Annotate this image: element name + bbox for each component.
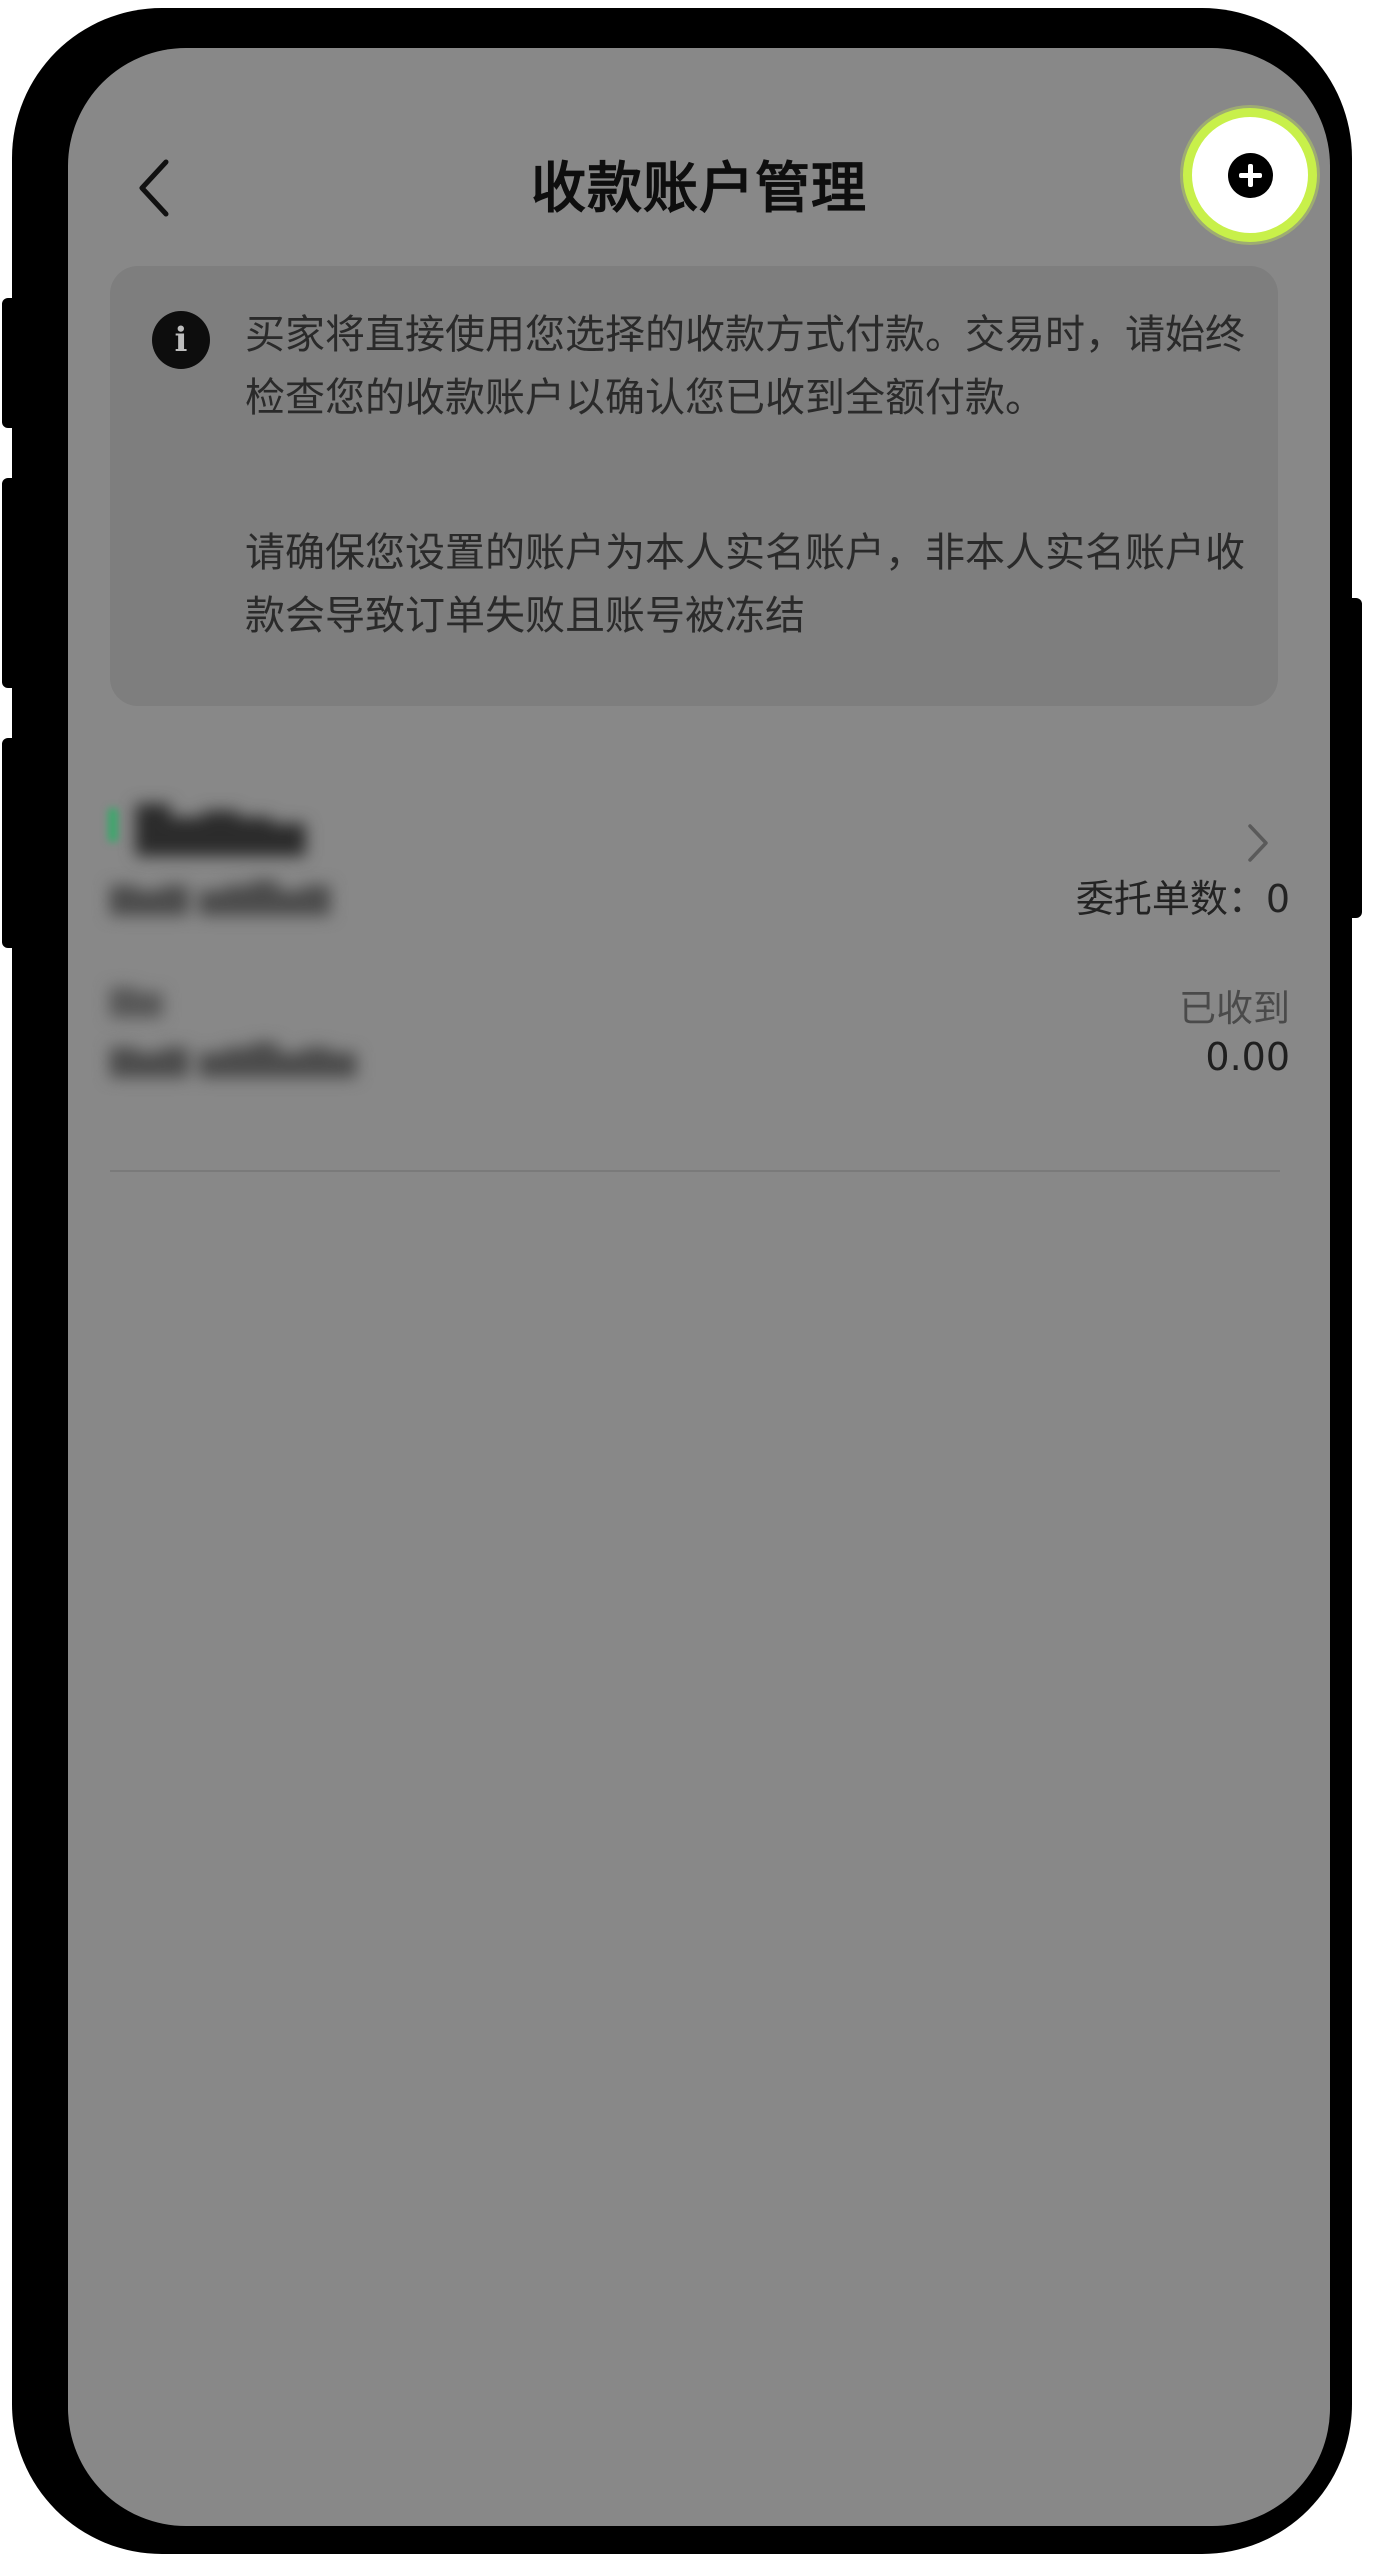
app-screen: 收款账户管理 i 买家将直接使用您选择的收款方式付款。交易时，请始终检查您的收款… bbox=[68, 48, 1330, 2526]
notice-banner: i 买家将直接使用您选择的收款方式付款。交易时，请始终检查您的收款账户以确认您已… bbox=[110, 266, 1278, 706]
phone-frame: 收款账户管理 i 买家将直接使用您选择的收款方式付款。交易时，请始终检查您的收款… bbox=[2, 8, 1362, 2554]
payment-method-name-redacted: █▆▇▆▅ bbox=[136, 805, 306, 856]
add-account-button[interactable] bbox=[1183, 108, 1317, 242]
entrust-count: 委托单数：0 bbox=[1075, 877, 1290, 921]
page-title: 收款账户管理 bbox=[530, 156, 867, 220]
plus-circle-icon bbox=[1228, 153, 1273, 198]
info-icon: i bbox=[152, 311, 210, 369]
phone-side-button bbox=[2, 738, 18, 948]
notice-paragraph-2: 请确保您设置的账户为本人实名账户，非本人实名账户收款会导致订单失败且账号被冻结 bbox=[245, 530, 1245, 639]
payment-method-mark bbox=[108, 808, 118, 842]
phone-side-button bbox=[2, 478, 18, 688]
list-divider bbox=[110, 1170, 1280, 1172]
notice-paragraph-1: 买家将直接使用您选择的收款方式付款。交易时，请始终检查您的收款账户以确认您已收到… bbox=[245, 312, 1245, 421]
phone-side-button bbox=[2, 298, 18, 428]
account-number-redacted: ▆▅▆ ▅▆▇▅▆▅ bbox=[110, 1038, 357, 1078]
account-holder-redacted: ▆▅▆ ▅▆▇▅▆ bbox=[110, 876, 330, 916]
chevron-right-icon[interactable] bbox=[1240, 818, 1276, 868]
received-value: 0.00 bbox=[1205, 1035, 1290, 1079]
account-label-redacted: ▆▅ bbox=[110, 978, 163, 1018]
received-label: 已收到 bbox=[1179, 987, 1290, 1030]
phone-side-button bbox=[1346, 598, 1362, 918]
